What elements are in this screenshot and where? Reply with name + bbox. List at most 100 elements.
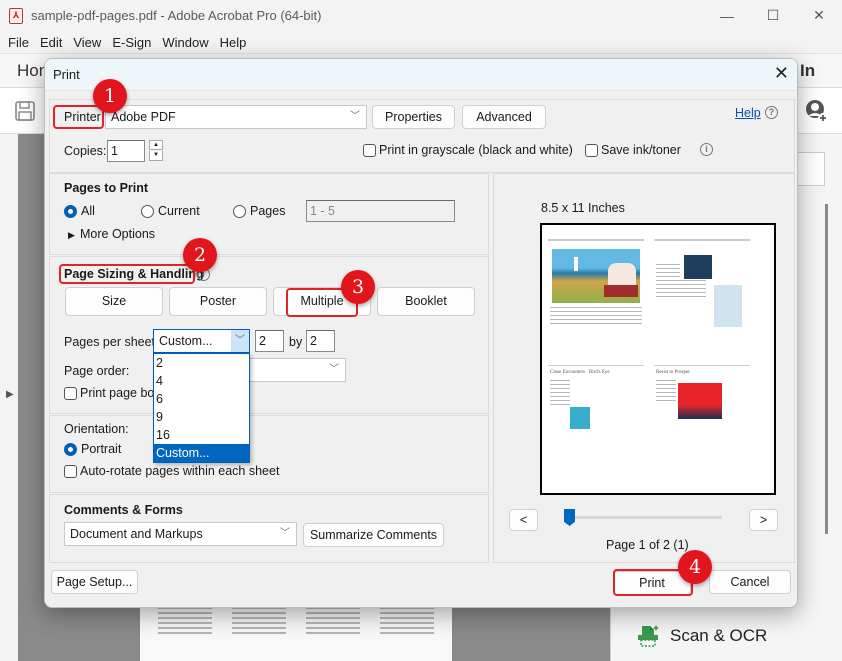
auto-rotate-checkbox[interactable] xyxy=(64,465,77,478)
left-nav-strip: ▶ xyxy=(0,134,18,661)
pages-per-sheet-select[interactable]: Custom... ﹀ xyxy=(153,329,250,353)
previous-page-button[interactable]: < xyxy=(509,509,538,531)
sign-in-button[interactable]: In xyxy=(800,61,815,81)
help-circle-icon[interactable]: ? xyxy=(765,106,778,119)
preview-page-3: Close Encounters Bird's Eye xyxy=(546,363,646,481)
save-ink-checkbox[interactable] xyxy=(585,144,598,157)
annotation-badge-2: 2 xyxy=(183,238,217,272)
maximize-button[interactable]: ☐ xyxy=(750,0,796,31)
preview-page-heading: Resist to Prosper xyxy=(656,370,690,375)
more-options-toggle[interactable]: More Options xyxy=(80,227,155,241)
dialog-title: Print xyxy=(53,67,80,82)
close-window-button[interactable]: ✕ xyxy=(796,0,842,31)
radio-pages[interactable] xyxy=(233,205,246,218)
copies-label: Copies: xyxy=(64,144,107,158)
auto-rotate-label: Auto-rotate pages within each sheet xyxy=(80,464,280,478)
chevron-down-icon: ﹀ xyxy=(280,528,290,539)
help-link[interactable]: Help xyxy=(735,106,761,120)
acrobat-pdf-icon: ⅄ xyxy=(9,7,23,24)
mode-poster-button[interactable]: Poster xyxy=(169,287,267,316)
annotation-box-printer xyxy=(53,105,104,129)
grayscale-label: Print in grayscale (black and white) xyxy=(379,143,573,157)
annotation-badge-4: 4 xyxy=(678,550,712,584)
save-icon[interactable] xyxy=(14,100,36,122)
by-label: by xyxy=(289,335,303,349)
menu-help[interactable]: Help xyxy=(220,35,247,50)
grid-columns-input[interactable]: 2 xyxy=(255,330,284,352)
chevron-down-icon: ﹀ xyxy=(350,111,360,122)
increment-icon[interactable]: ▲ xyxy=(149,140,163,150)
menu-file[interactable]: File xyxy=(8,35,29,50)
page-setup-button[interactable]: Page Setup... xyxy=(51,570,138,594)
radio-portrait-label: Portrait xyxy=(81,442,122,456)
expand-panel-icon[interactable]: ▶ xyxy=(6,389,14,400)
mode-booklet-button[interactable]: Booklet xyxy=(377,287,475,316)
grayscale-checkbox[interactable] xyxy=(363,144,376,157)
copies-stepper[interactable]: ▲ ▼ xyxy=(149,140,163,162)
print-preview: Close Encounters Bird's Eye Resist to Pr… xyxy=(540,223,776,495)
dropdown-option[interactable]: 16 xyxy=(154,426,249,444)
chevron-down-icon: ﹀ xyxy=(329,364,339,375)
title-bar: ⅄ sample-pdf-pages.pdf - Adobe Acrobat P… xyxy=(0,0,842,31)
preview-page-heading: Close Encounters Bird's Eye xyxy=(550,370,610,375)
advanced-button[interactable]: Advanced xyxy=(462,105,546,129)
preview-page-1 xyxy=(546,235,646,353)
annotation-box-page-sizing xyxy=(59,264,195,284)
document-page xyxy=(140,600,452,661)
dropdown-option-selected[interactable]: Custom... xyxy=(154,444,249,462)
preview-page-4: Resist to Prosper xyxy=(652,363,752,481)
printer-value: Adobe PDF xyxy=(111,110,176,124)
print-page-borders-checkbox[interactable] xyxy=(64,387,77,400)
menu-esign[interactable]: E-Sign xyxy=(112,35,151,50)
cancel-button[interactable]: Cancel xyxy=(709,570,791,594)
comments-forms-value: Document and Markups xyxy=(70,527,203,541)
info-icon[interactable]: i xyxy=(700,143,713,156)
pages-per-sheet-label: Pages per sheet: xyxy=(64,335,159,349)
pages-range-input[interactable]: 1 - 5 xyxy=(306,200,455,222)
minimize-button[interactable]: — xyxy=(704,0,750,31)
save-ink-label: Save ink/toner xyxy=(601,143,681,157)
grid-rows-input[interactable]: 2 xyxy=(306,330,335,352)
paper-size-label: 8.5 x 11 Inches xyxy=(541,201,625,215)
dialog-title-bar: Print ✕ xyxy=(45,59,797,91)
scan-ocr-tool[interactable]: Scan & OCR xyxy=(636,624,767,648)
dialog-close-button[interactable]: ✕ xyxy=(774,63,789,84)
pages-per-sheet-value: Custom... xyxy=(159,334,213,348)
page-slider-track[interactable] xyxy=(568,516,722,519)
dropdown-option[interactable]: 9 xyxy=(154,408,249,426)
pages-to-print-heading: Pages to Print xyxy=(64,181,149,195)
preview-illustration xyxy=(552,249,640,303)
preview-page-2 xyxy=(652,235,752,353)
window-title: sample-pdf-pages.pdf - Adobe Acrobat Pro… xyxy=(31,8,322,23)
orientation-heading: Orientation: xyxy=(64,422,129,436)
menu-view[interactable]: View xyxy=(73,35,101,50)
annotation-badge-1: 1 xyxy=(93,79,127,113)
decrement-icon[interactable]: ▼ xyxy=(149,151,163,161)
page-status: Page 1 of 2 (1) xyxy=(606,538,689,552)
summarize-comments-button[interactable]: Summarize Comments xyxy=(303,523,444,547)
scan-ocr-icon xyxy=(638,625,659,647)
chevron-down-icon: ﹀ xyxy=(231,330,249,352)
panel-scrollbar[interactable] xyxy=(825,204,828,534)
page-order-label: Page order: xyxy=(64,364,130,378)
radio-pages-label: Pages xyxy=(250,204,286,218)
dropdown-option[interactable]: 6 xyxy=(154,390,249,408)
print-dialog: Print ✕ Printer: Adobe PDF ﹀ Properties … xyxy=(44,58,798,608)
next-page-button[interactable]: > xyxy=(749,509,778,531)
menu-edit[interactable]: Edit xyxy=(40,35,62,50)
expand-triangle-icon[interactable]: ▶ xyxy=(68,230,75,241)
add-user-icon[interactable] xyxy=(803,98,829,124)
copies-input[interactable]: 1 xyxy=(107,140,145,162)
radio-all[interactable] xyxy=(64,205,77,218)
comments-forms-select[interactable]: Document and Markups ﹀ xyxy=(64,522,297,546)
comments-forms-heading: Comments & Forms xyxy=(64,503,183,517)
dropdown-option[interactable]: 4 xyxy=(154,372,249,390)
radio-portrait[interactable] xyxy=(64,443,77,456)
properties-button[interactable]: Properties xyxy=(372,105,455,129)
mode-size-button[interactable]: Size xyxy=(65,287,163,316)
radio-current[interactable] xyxy=(141,205,154,218)
radio-current-label: Current xyxy=(158,204,200,218)
printer-select[interactable]: Adobe PDF ﹀ xyxy=(105,105,367,129)
menu-window[interactable]: Window xyxy=(162,35,208,50)
dropdown-option[interactable]: 2 xyxy=(154,354,249,372)
